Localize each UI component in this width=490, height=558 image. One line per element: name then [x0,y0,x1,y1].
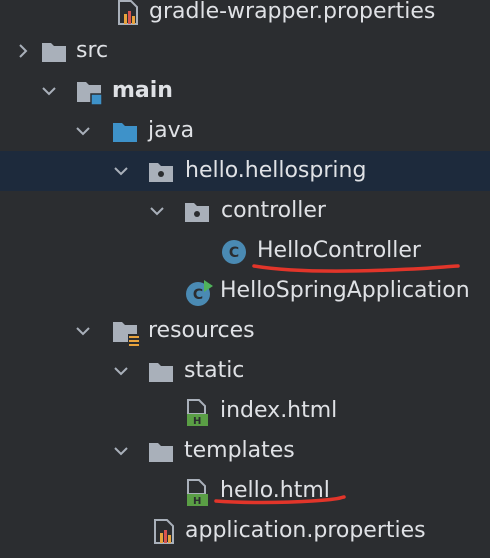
tree-item-src[interactable]: src [0,31,490,71]
chevron-down-icon[interactable] [40,82,58,100]
tree-item-main[interactable]: main [0,71,490,111]
package-icon [148,159,174,185]
tree-item-label: resources [148,318,255,343]
chevron-down-icon[interactable] [74,322,92,340]
source-folder-icon [112,119,138,145]
module-folder-icon [76,79,103,106]
tree-item-java[interactable]: java [0,111,490,151]
tree-item-label: main [112,78,173,103]
tree-item-label: src [76,38,109,63]
tree-item-static[interactable]: static [0,351,490,391]
tree-item-label: gradle-wrapper.properties [149,0,436,24]
tree-item-resources[interactable]: resources [0,311,490,351]
class-icon: C [221,239,247,265]
tree-item-hello-hellospring[interactable]: hello.hellospring [0,151,490,191]
tree-item-label: index.html [220,398,338,423]
tree-item-templates[interactable]: templates [0,431,490,471]
tree-item-hello-html[interactable]: H hello.html [0,471,490,511]
project-tree: gradle-wrapper.properties src main java … [0,0,490,558]
properties-file-icon [116,0,142,26]
chevron-down-icon[interactable] [112,442,130,460]
tree-item-label: static [184,358,245,383]
folder-icon [148,439,174,465]
svg-text:H: H [193,496,201,507]
tree-item-controller[interactable]: controller [0,191,490,231]
chevron-down-icon[interactable] [74,122,92,140]
chevron-down-icon[interactable] [112,362,130,380]
tree-item-gradle-wrapper-properties[interactable]: gradle-wrapper.properties [0,0,490,32]
spring-app-class-icon: C [185,279,213,306]
tree-item-index-html[interactable]: H index.html [0,391,490,431]
html-file-icon: H [185,399,211,427]
tree-item-hello-spring-application[interactable]: C HelloSpringApplication [0,271,490,311]
resources-folder-icon [112,319,140,346]
tree-item-application-properties[interactable]: application.properties [0,511,490,551]
tree-item-label: hello.html [220,478,330,503]
chevron-down-icon[interactable] [148,202,166,220]
tree-item-label: HelloController [257,238,421,263]
svg-text:C: C [229,245,239,261]
chevron-right-icon[interactable] [14,42,32,60]
properties-file-icon [152,519,178,545]
html-file-icon: H [185,479,211,507]
svg-text:H: H [193,416,201,427]
tree-item-label: templates [184,438,295,463]
tree-item-label: java [148,118,195,143]
tree-item-label: controller [221,198,326,223]
tree-item-label: HelloSpringApplication [220,278,470,303]
svg-text:C: C [193,287,203,303]
tree-item-hello-controller[interactable]: C HelloController [0,231,490,271]
tree-item-label: application.properties [185,518,426,543]
tree-item-label: hello.hellospring [185,158,367,183]
folder-icon [148,359,174,385]
package-icon [184,199,210,225]
folder-icon [41,39,67,65]
chevron-down-icon[interactable] [112,162,130,180]
